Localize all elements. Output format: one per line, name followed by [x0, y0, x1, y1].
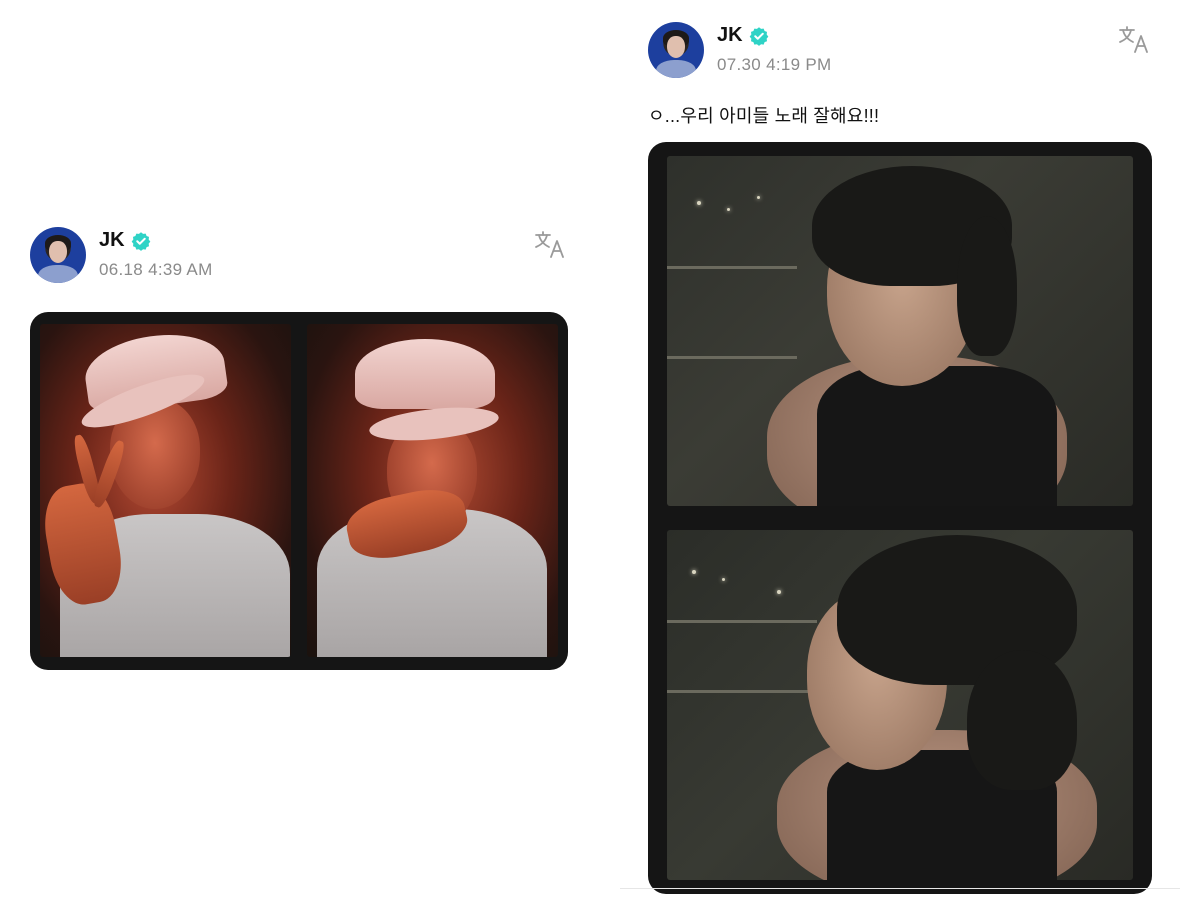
translate-icon[interactable]	[1118, 24, 1152, 54]
photo-1[interactable]	[667, 156, 1133, 506]
translate-icon[interactable]	[534, 229, 568, 259]
author-name[interactable]: JK	[717, 24, 743, 47]
verified-badge-icon	[749, 26, 768, 46]
author-row: JK	[717, 24, 769, 47]
divider	[620, 888, 1180, 889]
author-name[interactable]: JK	[99, 229, 125, 252]
post: JK 07.30 4:19 PM ㅇ...우리 아미들 노래 잘해요!!!	[648, 20, 1154, 894]
post-text: ㅇ...우리 아미들 노래 잘해요!!!	[648, 106, 880, 126]
photo-2[interactable]	[307, 324, 558, 657]
photo-strip	[648, 142, 1152, 894]
post-header: JK 07.30 4:19 PM	[648, 20, 1154, 80]
post-header: JK 06.18 4:39 AM	[30, 225, 570, 285]
feed-page: JK 06.18 4:39 AM JK 07.30 4:19 PM ㅇ...우리…	[0, 0, 1200, 901]
photo-1[interactable]	[40, 324, 291, 657]
photo-2[interactable]	[667, 530, 1133, 880]
post-timestamp: 06.18 4:39 AM	[99, 260, 213, 279]
avatar[interactable]	[648, 22, 704, 78]
author-row: JK	[99, 229, 151, 252]
post-timestamp: 07.30 4:19 PM	[717, 55, 832, 74]
post: JK 06.18 4:39 AM	[30, 225, 570, 670]
verified-badge-icon	[131, 231, 150, 251]
avatar[interactable]	[30, 227, 86, 283]
photo-strip	[30, 312, 568, 670]
